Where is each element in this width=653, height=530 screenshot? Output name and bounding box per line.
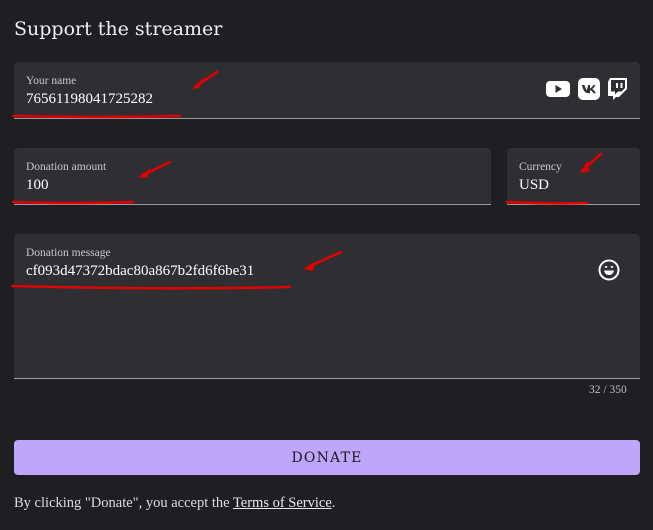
vk-icon[interactable] [578, 78, 600, 100]
terms-prefix: By clicking "Donate", you accept the [14, 495, 233, 511]
emoji-smile-icon[interactable] [598, 259, 620, 281]
donation-message-label: Donation message [26, 247, 111, 259]
currency-label: Currency [519, 161, 562, 173]
donation-amount-label: Donation amount [26, 161, 107, 173]
social-login-group [546, 78, 628, 100]
twitch-icon[interactable] [608, 78, 628, 100]
message-char-counter: 32 / 350 [589, 384, 627, 396]
donation-message-value[interactable]: cf093d47372bdac80a867b2fd6f6be31 [26, 263, 254, 280]
page-title: Support the streamer [14, 18, 223, 40]
terms-of-service-link[interactable]: Terms of Service [233, 495, 332, 511]
donation-message-field[interactable]: Donation message cf093d47372bdac80a867b2… [14, 234, 640, 379]
donation-amount-field[interactable]: Donation amount 100 [14, 148, 491, 205]
donation-amount-value[interactable]: 100 [26, 177, 49, 194]
currency-value[interactable]: USD [519, 177, 549, 194]
name-field-value[interactable]: 76561198041725282 [26, 91, 153, 108]
terms-notice: By clicking "Donate", you accept the Ter… [14, 495, 335, 512]
donate-button[interactable]: DONATE [14, 440, 640, 475]
name-field-label: Your name [26, 75, 77, 87]
terms-suffix: . [331, 495, 336, 511]
name-field[interactable]: Your name 76561198041725282 [14, 62, 640, 119]
youtube-icon[interactable] [546, 80, 570, 98]
currency-select[interactable]: Currency USD [507, 148, 640, 205]
